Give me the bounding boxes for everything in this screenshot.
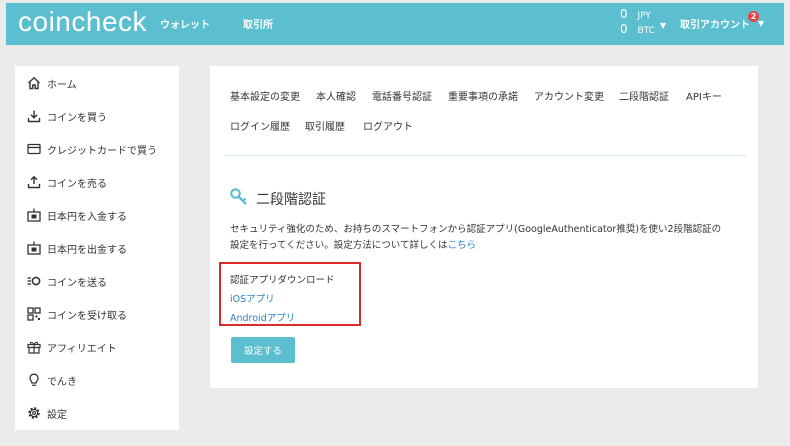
- bank-withdraw-icon: [26, 240, 42, 256]
- sidebar-item-label: クレジットカードで買う: [47, 145, 157, 157]
- sidebar-item-label: コインを受け取る: [47, 310, 127, 322]
- sidebar-item-affiliate[interactable]: アフィリエイト: [26, 337, 117, 357]
- main-panel: 基本設定の変更 本人確認 電話番号認証 重要事項の承諾 アカウント変更 二段階認…: [210, 66, 758, 388]
- download-title: 認証アプリダウンロード: [230, 275, 335, 286]
- sidebar-item-buy[interactable]: コインを買う: [26, 106, 107, 126]
- top-header: coincheck ウォレット 取引所 0 JPY 0 BTC ▼ 取引アカウン…: [6, 3, 784, 45]
- sidebar-item-label: 日本円を入金する: [47, 211, 127, 223]
- account-caret-icon[interactable]: ▼: [758, 19, 764, 28]
- tab-phone-verification[interactable]: 電話番号認証: [372, 88, 432, 103]
- section-title: 二段階認証: [256, 192, 326, 208]
- tab-login-history[interactable]: ログイン履歴: [230, 118, 290, 133]
- setup-button[interactable]: 設定する: [231, 337, 295, 363]
- ios-app-link[interactable]: iOSアプリ: [230, 291, 275, 305]
- tab-important-terms[interactable]: 重要事項の承諾: [448, 88, 518, 103]
- tab-api-key[interactable]: APIキー: [686, 88, 722, 103]
- tab-basic-settings[interactable]: 基本設定の変更: [230, 88, 300, 103]
- android-app-link[interactable]: Androidアプリ: [230, 310, 295, 324]
- sidebar-item-sell[interactable]: コインを売る: [26, 172, 107, 192]
- sidebar-item-settings[interactable]: 設定: [26, 403, 67, 423]
- gift-icon: [26, 339, 42, 355]
- section-header: 二段階認証: [230, 188, 326, 210]
- details-link[interactable]: こちら: [447, 240, 476, 251]
- sidebar-item-send[interactable]: コインを送る: [26, 271, 107, 291]
- key-icon: [230, 188, 248, 210]
- lightbulb-icon: [26, 372, 42, 388]
- bank-deposit-icon: [26, 207, 42, 223]
- tab-logout[interactable]: ログアウト: [363, 118, 413, 133]
- description-text: セキュリティ強化のため、お持ちのスマートフォンから認証アプリ(GoogleAut…: [230, 224, 722, 251]
- sidebar-item-deposit[interactable]: 日本円を入金する: [26, 205, 127, 225]
- sidebar: ホーム コインを買う クレジットカードで買う コインを売る 日本円を入金する 日…: [15, 66, 179, 430]
- sidebar-item-credit-card[interactable]: クレジットカードで買う: [26, 139, 157, 159]
- balance-caret-icon[interactable]: ▼: [660, 21, 666, 30]
- sidebar-item-label: コインを送る: [47, 277, 107, 289]
- sidebar-item-home[interactable]: ホーム: [26, 73, 77, 93]
- sidebar-item-label: 設定: [47, 409, 67, 421]
- sidebar-item-receive[interactable]: コインを受け取る: [26, 304, 127, 324]
- sidebar-item-withdraw[interactable]: 日本円を出金する: [26, 238, 127, 258]
- sidebar-item-label: アフィリエイト: [47, 343, 117, 355]
- sidebar-item-label: コインを買う: [47, 112, 107, 124]
- tab-divider: [224, 155, 746, 156]
- sidebar-item-label: コインを売る: [47, 178, 107, 190]
- sidebar-item-label: でんき: [47, 376, 77, 388]
- credit-card-icon: [26, 141, 42, 157]
- download-icon: [26, 108, 42, 124]
- tab-two-factor[interactable]: 二段階認証: [619, 88, 669, 103]
- qr-code-icon: [26, 306, 42, 322]
- home-icon: [26, 75, 42, 91]
- sidebar-item-label: 日本円を出金する: [47, 244, 127, 256]
- nav-exchange[interactable]: 取引所: [243, 16, 273, 31]
- jpy-balance: 0 JPY: [620, 7, 651, 21]
- nav-wallet[interactable]: ウォレット: [160, 16, 210, 31]
- tab-identity-verification[interactable]: 本人確認: [316, 88, 356, 103]
- sidebar-item-denki[interactable]: でんき: [26, 370, 77, 390]
- coincheck-logo[interactable]: coincheck: [18, 6, 147, 38]
- gear-icon: [26, 405, 42, 421]
- send-icon: [26, 273, 42, 289]
- sidebar-item-label: ホーム: [47, 79, 77, 91]
- tab-trade-history[interactable]: 取引履歴: [305, 118, 345, 133]
- account-menu[interactable]: 取引アカウント: [680, 16, 750, 31]
- upload-icon: [26, 174, 42, 190]
- tab-account-change[interactable]: アカウント変更: [534, 88, 604, 103]
